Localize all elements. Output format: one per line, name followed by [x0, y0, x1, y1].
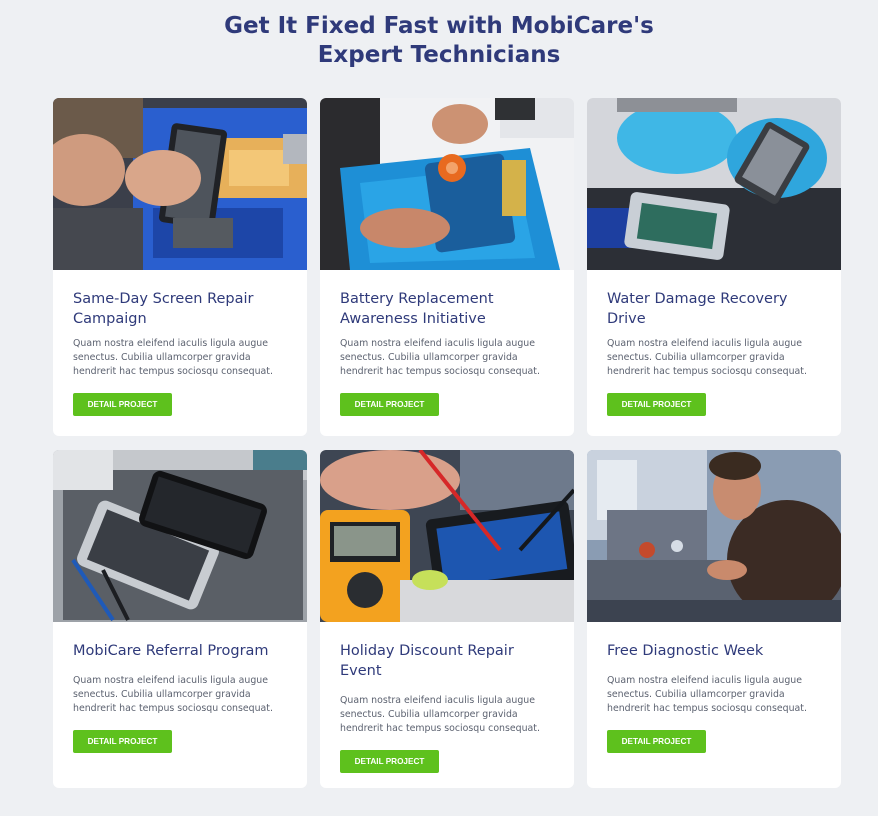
- projects-section: Get It Fixed Fast with MobiCare's Expert…: [0, 0, 878, 816]
- heading-line-1: Get It Fixed Fast with MobiCare's: [224, 13, 654, 39]
- card-description: Quam nostra eleifend iaculis ligula augu…: [607, 338, 807, 377]
- section-heading: Get It Fixed Fast with MobiCare's Expert…: [0, 12, 878, 70]
- card-description: Quam nostra eleifend iaculis ligula augu…: [340, 695, 540, 734]
- card-body: Free Diagnostic Week Quam nostra eleifen…: [587, 622, 841, 753]
- project-card-battery-replacement: Battery Replacement Awareness Initiative…: [320, 98, 574, 436]
- card-title: Same-Day Screen Repair Campaign: [73, 291, 254, 327]
- card-description: Quam nostra eleifend iaculis ligula augu…: [340, 338, 540, 377]
- detail-project-button[interactable]: DETAIL PROJECT: [607, 730, 706, 753]
- card-body: Same-Day Screen Repair Campaign Quam nos…: [53, 270, 307, 416]
- card-body: Holiday Discount Repair Event Quam nostr…: [320, 622, 574, 773]
- detail-project-button[interactable]: DETAIL PROJECT: [607, 393, 706, 416]
- detail-project-button[interactable]: DETAIL PROJECT: [73, 393, 172, 416]
- card-description: Quam nostra eleifend iaculis ligula augu…: [607, 675, 807, 714]
- card-description: Quam nostra eleifend iaculis ligula augu…: [73, 338, 273, 377]
- card-body: Battery Replacement Awareness Initiative…: [320, 270, 574, 416]
- detail-project-button[interactable]: DETAIL PROJECT: [340, 750, 439, 773]
- disassembled-phone-image: [53, 450, 307, 622]
- battery-replacement-image: [320, 98, 574, 270]
- project-card-screen-repair: Same-Day Screen Repair Campaign Quam nos…: [53, 98, 307, 436]
- card-title: Battery Replacement Awareness Initiative: [340, 291, 494, 327]
- card-title: Free Diagnostic Week: [607, 643, 764, 659]
- technician-workbench-image: [587, 450, 841, 622]
- technician-repairing-phone-image: [53, 98, 307, 270]
- project-card-referral-program: MobiCare Referral Program Quam nostra el…: [53, 450, 307, 788]
- multimeter-circuit-image: [320, 450, 574, 622]
- project-grid: Same-Day Screen Repair Campaign Quam nos…: [53, 98, 841, 788]
- card-body: MobiCare Referral Program Quam nostra el…: [53, 622, 307, 753]
- project-card-water-damage: Water Damage Recovery Drive Quam nostra …: [587, 98, 841, 436]
- project-card-holiday-discount: Holiday Discount Repair Event Quam nostr…: [320, 450, 574, 788]
- card-body: Water Damage Recovery Drive Quam nostra …: [587, 270, 841, 416]
- card-title: Water Damage Recovery Drive: [607, 291, 788, 327]
- gloved-hands-repair-image: [587, 98, 841, 270]
- detail-project-button[interactable]: DETAIL PROJECT: [340, 393, 439, 416]
- card-title: Holiday Discount Repair Event: [340, 643, 514, 679]
- heading-line-2: Expert Technicians: [317, 42, 561, 68]
- card-title: MobiCare Referral Program: [73, 643, 269, 659]
- detail-project-button[interactable]: DETAIL PROJECT: [73, 730, 172, 753]
- card-description: Quam nostra eleifend iaculis ligula augu…: [73, 675, 273, 714]
- project-card-free-diagnostic: Free Diagnostic Week Quam nostra eleifen…: [587, 450, 841, 788]
